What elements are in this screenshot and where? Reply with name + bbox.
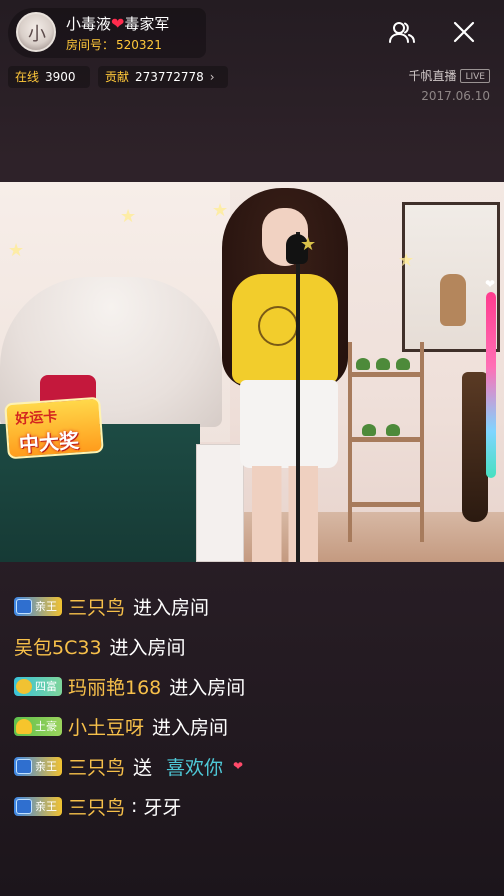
chat-text: 送 xyxy=(133,756,153,779)
heart-icon: ❤ xyxy=(111,14,125,33)
host-name: 小毒液❤毒家军 xyxy=(66,13,169,34)
star-decoration: ★ xyxy=(120,206,137,227)
lucky-card-subtitle: 中大奖 xyxy=(18,428,80,457)
star-decoration: ★ xyxy=(398,250,415,271)
shelf-board xyxy=(352,437,420,442)
singer-legs xyxy=(252,466,318,562)
plant xyxy=(376,358,390,370)
room-info: 房间号： 520321 xyxy=(66,36,162,53)
avatar-glyph: 小 xyxy=(28,24,46,45)
brand-label: 千帆直播 LIVE xyxy=(408,67,490,84)
chat-username[interactable]: 吴包5C33 xyxy=(14,633,102,660)
mic-stand xyxy=(296,232,300,562)
chat-username[interactable]: 玛丽艳168 xyxy=(68,673,161,700)
rank-label: 亲王 xyxy=(35,760,57,773)
rank-icon xyxy=(16,678,32,694)
lucky-card-badge[interactable]: 好运卡 中大奖 xyxy=(4,396,104,460)
contribution-value: 273772778 xyxy=(135,70,204,84)
chat-text: 进入房间 xyxy=(133,596,210,619)
online-count-pill: 在线 3900 xyxy=(8,66,90,88)
rank-icon xyxy=(16,758,32,774)
star-decoration: ★ xyxy=(212,200,229,221)
video-stream[interactable]: ★ ★ ★ ★ ★ 好运卡 中大奖 ❤ xyxy=(0,182,504,562)
rank-badge: 亲王 xyxy=(14,756,62,776)
online-label: 在线 xyxy=(15,70,40,84)
plant xyxy=(356,358,370,370)
close-icon xyxy=(453,21,475,43)
chevron-right-icon: › xyxy=(209,70,215,84)
host-suffix: 毒家军 xyxy=(124,15,170,33)
rank-badge: 亲王 xyxy=(14,796,62,816)
host-name-text: 小毒液 xyxy=(66,15,112,33)
chat-username[interactable]: 小土豆呀 xyxy=(68,713,144,740)
room-id: 520321 xyxy=(116,38,162,52)
plant xyxy=(362,424,376,436)
nightstand xyxy=(196,444,244,562)
chat-message: 吴包5C33 进入房间 xyxy=(14,626,494,666)
chat-message: 亲王 三只鸟 进入房间 xyxy=(14,586,494,626)
stream-date: 2017.06.10 xyxy=(421,89,490,103)
chat-username[interactable]: 三只鸟 xyxy=(68,793,125,820)
plant xyxy=(396,358,410,370)
volume-meter-fill xyxy=(486,292,496,478)
chat-text: 进入房间 xyxy=(109,636,186,659)
rank-icon xyxy=(16,798,32,814)
volume-meter xyxy=(486,292,496,478)
gift-heart-icon: ❤ xyxy=(233,759,244,773)
shelf-board xyxy=(352,372,420,377)
star-decoration: ★ xyxy=(8,240,25,261)
rank-icon xyxy=(16,718,32,734)
live-badge: LIVE xyxy=(460,69,490,83)
rank-label: 亲王 xyxy=(35,600,57,613)
deer-figure xyxy=(440,274,466,326)
chat-message: 四富 玛丽艳168 进入房间 xyxy=(14,666,494,706)
chat-text: 牙牙 xyxy=(143,796,182,819)
close-button[interactable] xyxy=(448,16,480,48)
rank-badge: 土豪 xyxy=(14,716,62,736)
chat-colon: : xyxy=(131,795,138,817)
chat-username[interactable]: 三只鸟 xyxy=(68,593,125,620)
contribution-pill[interactable]: 贡献 273772778 › xyxy=(98,66,228,88)
chat-list: 亲王 三只鸟 进入房间 吴包5C33 进入房间 四富 玛丽艳168 进入房间 土… xyxy=(14,586,494,826)
shelf-board xyxy=(352,502,420,507)
brand-name: 千帆直播 xyxy=(408,69,457,83)
room-label: 房间号： xyxy=(66,38,115,52)
singer-shorts xyxy=(240,380,338,468)
chat-text: 进入房间 xyxy=(169,676,246,699)
users-icon xyxy=(389,22,415,43)
volume-heart-icon: ❤ xyxy=(485,277,496,291)
gift-name: 喜欢你 xyxy=(166,756,224,779)
rank-badge: 四富 xyxy=(14,676,62,696)
smiley-print xyxy=(258,306,298,346)
star-decoration: ★ xyxy=(300,234,317,255)
chat-text: 进入房间 xyxy=(152,716,229,739)
chat-message: 亲王 三只鸟 送 喜欢你 ❤ xyxy=(14,746,494,786)
users-button[interactable] xyxy=(386,16,418,48)
shelf xyxy=(348,342,424,542)
contribution-label: 贡献 xyxy=(105,70,130,84)
rank-label: 土豪 xyxy=(35,720,57,733)
chat-message: 亲王 三只鸟 : 牙牙 xyxy=(14,786,494,826)
chat-message: 土豪 小土豆呀 进入房间 xyxy=(14,706,494,746)
rank-badge: 亲王 xyxy=(14,596,62,616)
avatar[interactable]: 小 xyxy=(16,12,56,52)
rank-label: 亲王 xyxy=(35,800,57,813)
rank-icon xyxy=(16,598,32,614)
plant xyxy=(386,424,400,436)
chat-username[interactable]: 三只鸟 xyxy=(68,753,125,780)
guitar xyxy=(462,372,488,522)
rank-label: 四富 xyxy=(35,680,57,693)
online-count: 3900 xyxy=(45,70,76,84)
